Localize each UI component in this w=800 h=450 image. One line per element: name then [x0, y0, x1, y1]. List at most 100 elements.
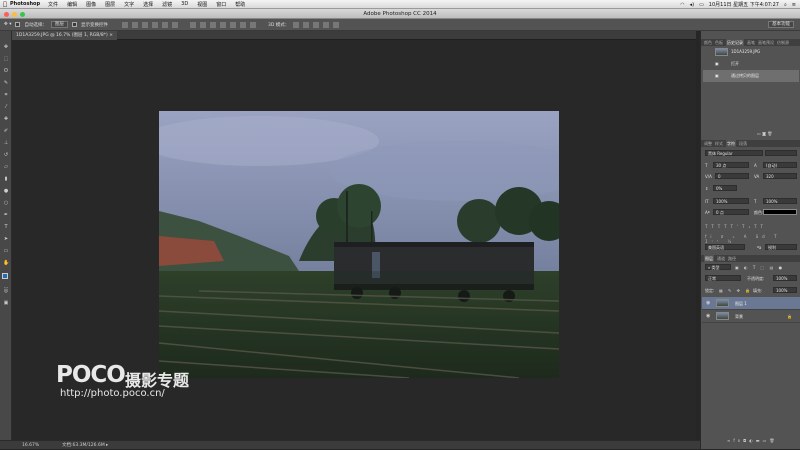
eye-icon[interactable]: ◉: [706, 297, 710, 310]
tab-paragraph[interactable]: 段落: [739, 140, 747, 147]
new-snapshot-icon[interactable]: ◙: [762, 131, 766, 136]
distribute-top-icon[interactable]: [189, 21, 196, 28]
align-hcenter-icon[interactable]: [161, 21, 168, 28]
align-bottom-icon[interactable]: [141, 21, 148, 28]
layer-filter-icons[interactable]: ▣ ◐ T ⬚ ▤ ●: [735, 265, 784, 270]
new-document-from-state-icon[interactable]: ▭: [757, 131, 761, 136]
align-top-icon[interactable]: [121, 21, 128, 28]
move-tool-icon[interactable]: ✥ ▾: [4, 22, 11, 27]
volume-icon[interactable]: ◂): [690, 2, 694, 8]
hand-tool-icon[interactable]: ✋: [3, 261, 9, 266]
fill-field[interactable]: 100%: [773, 287, 797, 293]
history-item[interactable]: ▣ 通过拷贝的图层: [703, 70, 799, 82]
shape-tool-icon[interactable]: ▭: [3, 249, 9, 254]
pen-tool-icon[interactable]: ✒: [3, 213, 9, 218]
blend-mode-select[interactable]: 正常: [705, 275, 741, 281]
3d-scale-icon[interactable]: [333, 21, 340, 28]
marquee-tool-icon[interactable]: ⬚: [3, 57, 9, 62]
clock[interactable]: 10月11日 星期五 下午4:07:27: [709, 1, 779, 8]
menu-type[interactable]: 文字: [124, 1, 134, 8]
menu-filter[interactable]: 滤镜: [162, 1, 172, 8]
quick-mask-icon[interactable]: ◎: [3, 289, 9, 294]
type-style-buttons[interactable]: TTTTT'T₁TT: [705, 224, 767, 229]
search-icon[interactable]: ⌕: [784, 2, 787, 8]
close-window-button[interactable]: [4, 11, 9, 17]
tab-character[interactable]: 字符: [726, 140, 736, 147]
menu-layer[interactable]: 图层: [105, 1, 115, 8]
layer-filter-select[interactable]: ⌕ 类型: [705, 264, 731, 270]
eraser-tool-icon[interactable]: ▱: [3, 165, 9, 170]
menu-image[interactable]: 图像: [86, 1, 96, 8]
menu-file[interactable]: 文件: [48, 1, 58, 8]
tracking-field[interactable]: 320: [763, 173, 797, 179]
tab-brush-presets[interactable]: 画笔预设: [758, 39, 774, 46]
layer-row[interactable]: ◉ 图层 1: [702, 297, 800, 310]
tab-history[interactable]: 历史记录: [726, 39, 744, 46]
gradient-tool-icon[interactable]: ▮: [3, 177, 9, 182]
move-tool-icon[interactable]: ✥: [3, 45, 9, 50]
quick-select-tool-icon[interactable]: ✎: [3, 81, 9, 86]
wifi-icon[interactable]: ◠: [680, 2, 684, 8]
battery-icon[interactable]: ▭: [699, 2, 704, 8]
text-color-swatch[interactable]: [763, 209, 797, 215]
font-size-field[interactable]: 30 点: [713, 162, 749, 168]
align-left-icon[interactable]: [151, 21, 158, 28]
document-photo[interactable]: [159, 111, 559, 378]
layer-row[interactable]: ◉ 背景 🔒: [702, 310, 800, 323]
3d-roll-icon[interactable]: [303, 21, 310, 28]
horizontal-scale-field[interactable]: 100%: [763, 198, 797, 204]
layer-style-icon[interactable]: fx: [733, 438, 743, 443]
dodge-tool-icon[interactable]: ○: [3, 201, 9, 206]
vertical-scale-field[interactable]: 100%: [713, 198, 749, 204]
antialias-select[interactable]: 锐利: [765, 244, 797, 250]
distribute-left-icon[interactable]: [219, 21, 226, 28]
minimize-window-button[interactable]: [12, 11, 17, 17]
language-select[interactable]: 美国英语: [705, 244, 745, 250]
app-menu[interactable]: Photoshop: [10, 1, 40, 7]
healing-brush-tool-icon[interactable]: ✚: [3, 117, 9, 122]
tab-channels[interactable]: 通道: [717, 255, 725, 262]
crop-tool-icon[interactable]: ⌗: [3, 93, 9, 98]
type-tool-icon[interactable]: T: [3, 225, 9, 230]
brush-tool-icon[interactable]: ✐: [3, 129, 9, 134]
delete-layer-icon[interactable]: 🗑: [769, 438, 777, 443]
menu-select[interactable]: 选择: [143, 1, 153, 8]
history-item[interactable]: ▣ 打开: [703, 58, 799, 70]
screen-mode-icon[interactable]: ▣: [3, 301, 9, 306]
lock-icons[interactable]: ▦ ✎ ✥ 🔒: [719, 288, 752, 293]
auto-select-checkbox[interactable]: [15, 22, 21, 27]
foreground-color-swatch[interactable]: [2, 273, 8, 279]
distribute-bottom-icon[interactable]: [209, 21, 216, 28]
workspace-switcher[interactable]: 基本功能: [768, 21, 794, 28]
apple-icon[interactable]: : [0, 1, 10, 8]
tab-swatches[interactable]: 色板: [715, 39, 723, 46]
auto-align-icon[interactable]: [249, 21, 256, 28]
tab-paths[interactable]: 路径: [728, 255, 736, 262]
tab-adjustments[interactable]: 调整: [704, 140, 712, 147]
distribute-vcenter-icon[interactable]: [199, 21, 206, 28]
lasso-tool-icon[interactable]: ʘ: [3, 69, 9, 74]
canvas-area[interactable]: POCO 摄影专题 http://photo.poco.cn/: [12, 40, 696, 440]
eye-icon[interactable]: ◉: [706, 310, 710, 323]
history-brush-tool-icon[interactable]: ↺: [3, 153, 9, 158]
3d-pan-icon[interactable]: [313, 21, 320, 28]
tsume-field[interactable]: 0%: [713, 185, 737, 191]
zoom-window-button[interactable]: [20, 11, 25, 17]
leading-field[interactable]: (自动): [763, 162, 797, 168]
menu-help[interactable]: 帮助: [235, 1, 245, 8]
eyedropper-tool-icon[interactable]: ⁄: [3, 105, 9, 110]
path-select-tool-icon[interactable]: ➤: [3, 237, 9, 242]
history-snapshot[interactable]: 1D1A3259.JPG: [703, 46, 799, 58]
3d-rotate-icon[interactable]: [293, 21, 300, 28]
menu-edit[interactable]: 编辑: [67, 1, 77, 8]
tab-color[interactable]: 颜色: [704, 39, 712, 46]
delete-state-icon[interactable]: 🗑: [767, 131, 772, 136]
align-vcenter-icon[interactable]: [131, 21, 138, 28]
notification-icon[interactable]: ≡: [792, 2, 796, 8]
menu-view[interactable]: 视图: [197, 1, 207, 8]
menu-window[interactable]: 窗口: [216, 1, 226, 8]
tab-layers[interactable]: 图层: [704, 255, 714, 262]
3d-slide-icon[interactable]: [323, 21, 330, 28]
new-group-icon[interactable]: ▬: [756, 438, 763, 443]
opentype-buttons[interactable]: fi σ ℴ A ād T 1ˢᵗ ½: [705, 234, 800, 244]
